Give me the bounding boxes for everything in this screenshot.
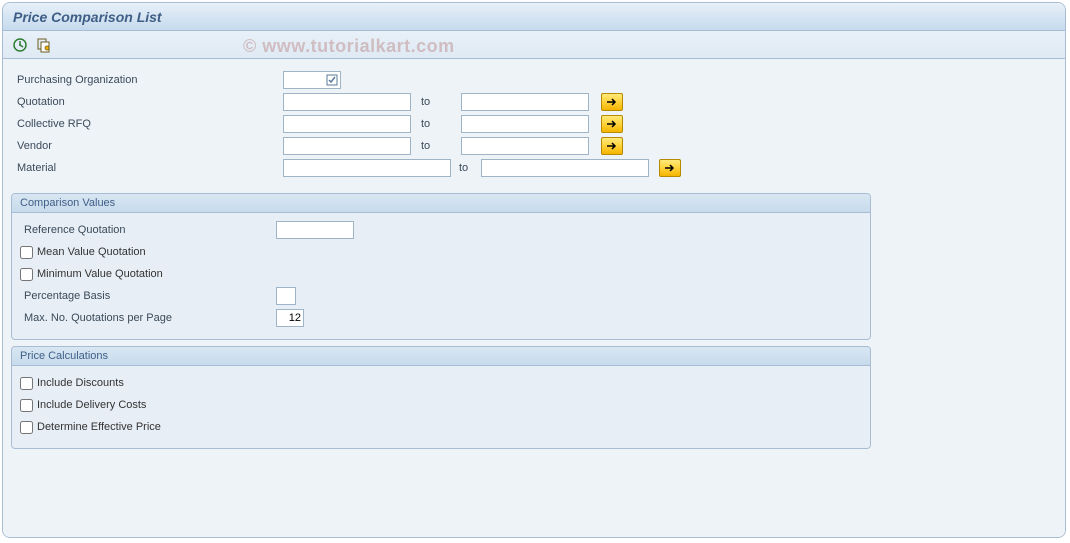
row-vendor: Vendor to: [13, 135, 1055, 157]
row-determine-price: Determine Effective Price: [20, 416, 862, 438]
variant-icon: [36, 37, 52, 53]
to-label-vendor: to: [417, 140, 461, 152]
checkbox-include-delivery[interactable]: [20, 399, 33, 412]
row-percentage-basis: Percentage Basis: [20, 285, 862, 307]
label-determine-price: Determine Effective Price: [37, 421, 161, 433]
label-purchasing-org: Purchasing Organization: [13, 74, 283, 86]
label-max-quotations: Max. No. Quotations per Page: [20, 312, 276, 324]
label-collective-rfq: Collective RFQ: [13, 118, 283, 130]
to-label-quotation: to: [417, 96, 461, 108]
content-area: Purchasing Organization Quotation: [3, 59, 1065, 537]
arrow-right-icon: [606, 141, 618, 151]
input-max-quotations[interactable]: [276, 309, 304, 327]
get-variant-button[interactable]: [35, 36, 53, 54]
execute-button[interactable]: [11, 36, 29, 54]
row-include-discounts: Include Discounts: [20, 372, 862, 394]
input-collective-rfq-to[interactable]: [461, 115, 589, 133]
label-include-discounts: Include Discounts: [37, 377, 124, 389]
label-reference-quotation: Reference Quotation: [20, 224, 276, 236]
arrow-right-icon: [606, 119, 618, 129]
checkbox-determine-price[interactable]: [20, 421, 33, 434]
checkbox-mean-value[interactable]: [20, 246, 33, 259]
label-percentage-basis: Percentage Basis: [20, 290, 276, 302]
row-material: Material to: [13, 157, 1055, 179]
groupbox-comparison-values: Comparison Values Reference Quotation Me…: [11, 193, 871, 340]
multiple-selection-quotation[interactable]: [601, 93, 623, 111]
clock-execute-icon: [12, 37, 28, 53]
to-label-collective-rfq: to: [417, 118, 461, 130]
label-mean-value: Mean Value Quotation: [37, 246, 146, 258]
label-minimum-value: Minimum Value Quotation: [37, 268, 163, 280]
row-purchasing-org: Purchasing Organization: [13, 69, 1055, 91]
input-vendor-from[interactable]: [283, 137, 411, 155]
groupbox-header-price-calc: Price Calculations: [12, 347, 870, 366]
groupbox-header-comparison: Comparison Values: [12, 194, 870, 213]
label-quotation: Quotation: [13, 96, 283, 108]
search-help-icon[interactable]: [324, 72, 340, 88]
row-mean-value: Mean Value Quotation: [20, 241, 862, 263]
input-material-to[interactable]: [481, 159, 649, 177]
label-include-delivery: Include Delivery Costs: [37, 399, 146, 411]
multiple-selection-material[interactable]: [659, 159, 681, 177]
row-quotation: Quotation to: [13, 91, 1055, 113]
selection-block: Purchasing Organization Quotation: [11, 67, 1057, 187]
multiple-selection-collective-rfq[interactable]: [601, 115, 623, 133]
row-reference-quotation: Reference Quotation: [20, 219, 862, 241]
input-quotation-from[interactable]: [283, 93, 411, 111]
input-quotation-to[interactable]: [461, 93, 589, 111]
arrow-right-icon: [606, 97, 618, 107]
row-minimum-value: Minimum Value Quotation: [20, 263, 862, 285]
row-collective-rfq: Collective RFQ to: [13, 113, 1055, 135]
checkbox-include-discounts[interactable]: [20, 377, 33, 390]
to-label-material: to: [455, 162, 481, 174]
title-bar: Price Comparison List: [3, 3, 1065, 31]
multiple-selection-vendor[interactable]: [601, 137, 623, 155]
row-max-quotations: Max. No. Quotations per Page: [20, 307, 862, 329]
checkbox-minimum-value[interactable]: [20, 268, 33, 281]
input-reference-quotation[interactable]: [276, 221, 354, 239]
label-vendor: Vendor: [13, 140, 283, 152]
row-include-delivery: Include Delivery Costs: [20, 394, 862, 416]
input-percentage-basis[interactable]: [276, 287, 296, 305]
label-material: Material: [13, 162, 283, 174]
input-vendor-to[interactable]: [461, 137, 589, 155]
arrow-right-icon: [664, 163, 676, 173]
input-collective-rfq-from[interactable]: [283, 115, 411, 133]
groupbox-price-calculations: Price Calculations Include Discounts Inc…: [11, 346, 871, 449]
input-material-from[interactable]: [283, 159, 451, 177]
toolbar: [3, 31, 1065, 59]
page-title: Price Comparison List: [13, 9, 162, 25]
